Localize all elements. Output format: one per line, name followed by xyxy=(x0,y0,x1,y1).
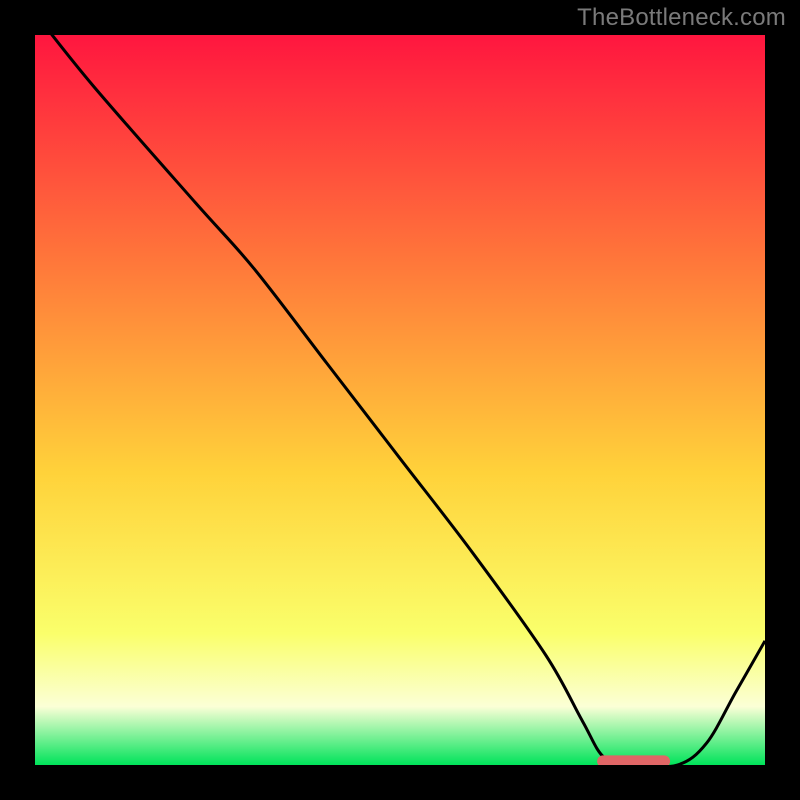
plot-area xyxy=(35,35,765,765)
watermark-text: TheBottleneck.com xyxy=(577,4,786,32)
optimal-marker xyxy=(597,755,670,765)
chart-svg xyxy=(35,35,765,765)
chart-frame: TheBottleneck.com xyxy=(0,0,800,800)
